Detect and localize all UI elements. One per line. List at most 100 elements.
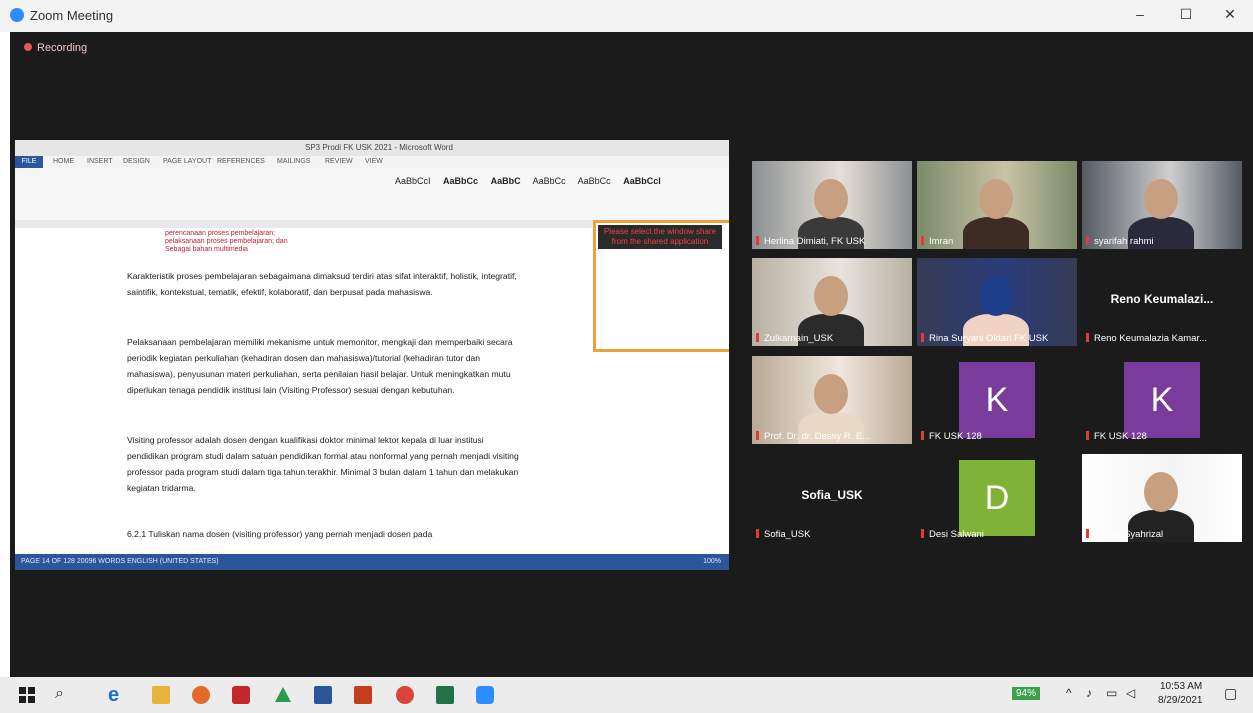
participant-name: syarifah rahmi [1086,236,1154,247]
word-tab[interactable]: VIEW [365,158,383,165]
acrobat-icon[interactable] [232,686,250,704]
person-head [979,276,1013,316]
status-left: PAGE 14 OF 128 20096 WORDS ENGLISH (UNIT… [21,558,219,565]
word-tab[interactable]: HOME [53,158,74,165]
person-head [1144,472,1178,512]
style-item[interactable]: AaBbCc [533,176,566,186]
participant-tile[interactable]: Zulkarnain_USK [752,258,912,346]
volume-icon[interactable]: ◁ [1126,686,1135,700]
bullet-item: Sebagai bahan multimedia [165,246,248,253]
participant-tile[interactable]: D Desi Salwani [917,454,1077,542]
clock-date[interactable]: 8/29/2021 [1158,695,1203,706]
participant-display-name: Reno Keumalazi... [1110,292,1214,306]
word-ribbon: AaBbCcI AaBbCc AaBbC AaBbCc AaBbCc AaBbC… [15,168,729,221]
windows-taskbar: ⌕ e 94% ^ ♪ ▭ ◁ 10:53 AM 8/29/2021 ▢ [0,677,1253,713]
participant-tile[interactable]: K FK USK 128 [1082,356,1242,444]
edge-icon[interactable]: e [108,685,126,705]
search-icon[interactable]: ⌕ [55,685,64,703]
participant-name: Prof. Dr. dr. Dessy R. E... [756,431,870,442]
participant-tile[interactable]: K FK USK 128 [917,356,1077,444]
participant-display-name: Sofia_USK [801,488,863,502]
participant-tile[interactable]: Herlina Dimiati, FK USK [752,161,912,249]
battery-indicator[interactable]: 94% [1012,687,1041,700]
person-head [1144,179,1178,219]
word-tab[interactable]: DESIGN [123,158,150,165]
microphone-icon[interactable]: ♪ [1086,686,1092,700]
person-head [814,374,848,414]
word-tab[interactable]: INSERT [87,158,113,165]
record-dot-icon [24,43,32,51]
recording-indicator: Recording [24,42,87,54]
zoom-icon[interactable] [476,686,494,704]
participant-tile[interactable]: Reno Keumalazi... Reno Keumalazia Kamar..… [1082,258,1242,346]
zoom-title-bar: Zoom Meeting – ☐ ✕ [0,0,1253,32]
meeting-stage: Recording SP3 Prodi FK USK 2021 - Micros… [10,32,1253,677]
word-tab[interactable]: PAGE LAYOUT [163,158,211,165]
person-head [814,179,848,219]
paragraph: 6.2.1 Tuliskan nama dosen (visiting prof… [127,529,433,539]
paragraph: Visiting professor adalah dosen dengan k… [127,435,519,493]
clock-time[interactable]: 10:53 AM [1160,681,1202,692]
word-ribbon-tabs: FILE HOME INSERT DESIGN PAGE LAYOUT REFE… [15,156,729,168]
participant-tile[interactable]: Sofia_USK Sofia_USK [752,454,912,542]
word-tab[interactable]: MAILINGS [277,158,310,165]
participant-name: Desi Salwani [921,529,984,540]
share-notice: Please select the window share from the … [598,225,722,249]
notification-icon[interactable]: ▢ [1224,685,1237,702]
maximize-button[interactable]: ☐ [1166,6,1206,26]
excel-icon[interactable] [436,686,454,704]
participant-name: FK USK 128 [1086,431,1147,442]
bullet-item: pelaksanaan proses pembelajaran; dan [165,238,288,245]
bullet-item: perencanaan proses pembelajaran; [165,230,276,237]
share-notice-box: Please select the window share from the … [593,220,729,352]
participant-tile[interactable]: Imran [917,161,1077,249]
styles-gallery[interactable]: AaBbCcI AaBbCc AaBbC AaBbCc AaBbCc AaBbC… [395,176,671,186]
participant-tile[interactable]: Deddy Syahrizal [1082,454,1242,542]
network-icon[interactable]: ▭ [1106,686,1117,700]
firefox-icon[interactable] [192,686,210,704]
avatar-letter: D [959,460,1035,536]
participant-name: Sofia_USK [756,529,810,540]
word-tab[interactable]: REVIEW [325,158,353,165]
participant-name: Reno Keumalazia Kamar... [1086,333,1207,344]
bullet-list: perencanaan proses pembelajaran; pelaksa… [165,230,288,254]
participant-name: Deddy Syahrizal [1086,529,1163,540]
participant-tile[interactable]: Prof. Dr. dr. Dessy R. E... [752,356,912,444]
style-item[interactable]: AaBbC [491,176,521,186]
avatar-letter: K [1124,362,1200,438]
person-body [963,217,1029,249]
style-item[interactable]: AaBbCc [578,176,611,186]
style-item[interactable]: AaBbCcI [623,176,661,186]
participant-name: FK USK 128 [921,431,982,442]
windows-icon[interactable] [18,686,36,704]
word-icon[interactable] [314,686,332,704]
close-button[interactable]: ✕ [1210,6,1250,26]
minimize-button[interactable]: – [1120,6,1160,26]
person-head [814,276,848,316]
chrome-icon[interactable] [396,686,414,704]
zoom-level: 100% [703,558,721,565]
word-tab-file[interactable]: FILE [15,156,43,168]
participant-name: Herlina Dimiati, FK USK [756,236,865,247]
person-head [979,179,1013,219]
style-item[interactable]: AaBbCcI [395,176,431,186]
shared-screen-word[interactable]: SP3 Prodi FK USK 2021 - Microsoft Word F… [15,140,729,570]
zoom-logo-icon [10,8,24,22]
paragraph: Karakteristik proses pembelajaran sebaga… [127,271,517,297]
window-title: Zoom Meeting [30,8,114,23]
word-tab[interactable]: REFERENCES [217,158,265,165]
participant-name: Rina Suryani Oktari FK USK [921,333,1048,344]
word-doc-title: SP3 Prodi FK USK 2021 - Microsoft Word [305,143,453,152]
file-explorer-icon[interactable] [152,686,170,704]
participant-name: Imran [921,236,953,247]
drive-icon[interactable] [274,686,292,704]
word-status-bar: PAGE 14 OF 128 20096 WORDS ENGLISH (UNIT… [15,554,729,570]
chevron-up-icon[interactable]: ^ [1066,686,1072,700]
participant-tile[interactable]: syarifah rahmi [1082,161,1242,249]
paragraph: Pelaksanaan pembelajaran memiliki mekani… [127,337,513,395]
recording-label: Recording [37,42,88,54]
participant-tile[interactable]: Rina Suryani Oktari FK USK [917,258,1077,346]
powerpoint-icon[interactable] [354,686,372,704]
style-item[interactable]: AaBbCc [443,176,478,186]
avatar-letter: K [959,362,1035,438]
